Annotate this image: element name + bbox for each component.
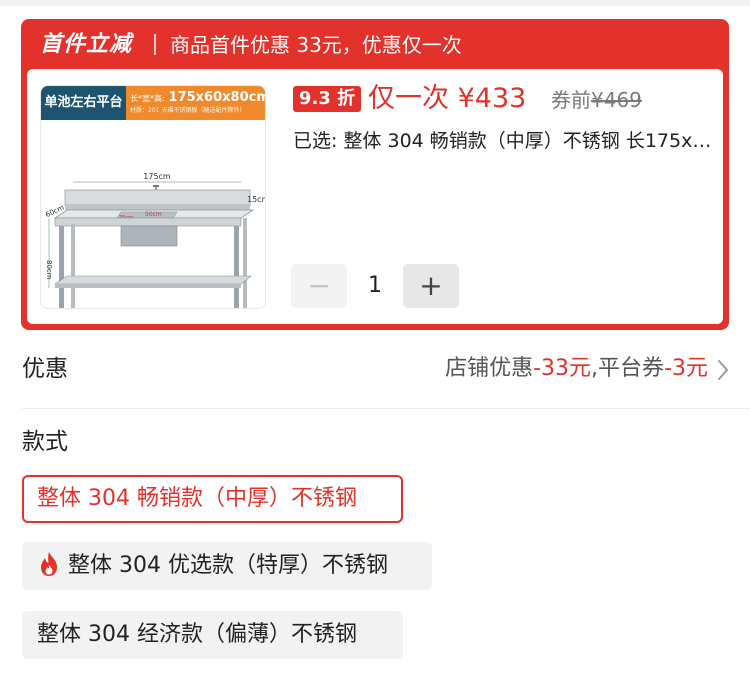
style-option-selected[interactable]: 整体 304 畅销款（中厚）不锈钢 (22, 475, 403, 523)
discount-rate-tag: 9.3 折 (293, 86, 361, 112)
style-option-economy[interactable]: 整体 304 经济款（偏薄）不锈钢 (22, 611, 403, 659)
quantity-value[interactable]: 1 (347, 264, 403, 308)
length-label: 175cm (143, 172, 171, 181)
product-image-title: 单池左右平台 (41, 86, 126, 120)
basin-width-label: 50cm (145, 211, 162, 218)
discount-title: 优惠 (22, 356, 68, 382)
quantity-decrease-button[interactable]: − (291, 264, 347, 308)
promo-divider (154, 34, 156, 55)
product-image-spec: 长*宽*高: 175x60x80cm 材质：201 天福不锈钢板（随送配件除外） (126, 86, 266, 120)
product-image-material: 材质：201 天福不锈钢板（随送配件除外） (130, 107, 246, 114)
promo-header: 首件立减 商品首件优惠 33元，优惠仅一次 (21, 19, 729, 69)
discount-separator: , (591, 356, 599, 381)
product-image-size: 长*宽*高: 175x60x80cm (130, 88, 266, 108)
platform-coupon-label: 平台券 (598, 356, 665, 381)
backsplash-label: 15cm (247, 195, 266, 204)
original-price: 券前¥469 (551, 85, 642, 115)
quantity-increase-button[interactable]: + (403, 264, 459, 308)
product-image-banner: 单池左右平台 长*宽*高: 175x60x80cm 材质：201 天福不锈钢板（… (41, 86, 266, 120)
selected-variant-text: 已选: 整体 304 畅销款（中厚）不锈钢 长175x宽60x高80cm (293, 130, 713, 152)
style-option-hot[interactable]: 整体 304 优选款（特厚）不锈钢 (22, 542, 432, 590)
product-image[interactable]: 单池左右平台 长*宽*高: 175x60x80cm 材质：201 天福不锈钢板（… (40, 85, 266, 309)
product-image-size-value: 175x60x80cm (168, 90, 266, 105)
style-section-title: 款式 (22, 429, 68, 455)
first-order-price: 仅一次 ¥433 (368, 83, 527, 114)
promo-badge: 首件立减 (40, 32, 133, 57)
top-strip (0, 0, 750, 6)
discount-row[interactable]: 优惠 店铺优惠-33元,平台券-3元 (0, 340, 750, 400)
style-option-label: 整体 304 经济款（偏薄）不锈钢 (37, 622, 357, 647)
style-option-label: 整体 304 畅销款（中厚）不锈钢 (37, 486, 357, 511)
sink-table-illustration: 175cm 15cm 50cm 25cm 60cm (44, 172, 266, 308)
product-summary: 单池左右平台 长*宽*高: 175x60x80cm 材质：201 天福不锈钢板（… (27, 69, 723, 324)
platform-coupon-amount: -3元 (664, 356, 708, 381)
chevron-right-icon[interactable] (716, 358, 730, 382)
original-price-value: ¥469 (591, 88, 642, 112)
height-label: 80cm (45, 260, 53, 280)
store-discount-label: 店铺优惠 (445, 356, 534, 381)
product-image-size-prefix: 长*宽*高: (130, 94, 165, 103)
section-divider (22, 408, 750, 409)
style-option-label: 整体 304 优选款（特厚）不锈钢 (68, 553, 388, 578)
first-order-promo-card: 首件立减 商品首件优惠 33元，优惠仅一次 单池左右平台 长*宽*高: 175x… (21, 19, 729, 330)
promo-text: 商品首件优惠 33元，优惠仅一次 (170, 33, 462, 57)
store-discount-amount: -33元 (533, 356, 592, 381)
fire-icon (41, 552, 57, 576)
original-price-label: 券前 (551, 88, 591, 112)
discount-summary: 店铺优惠-33元,平台券-3元 (445, 353, 708, 385)
